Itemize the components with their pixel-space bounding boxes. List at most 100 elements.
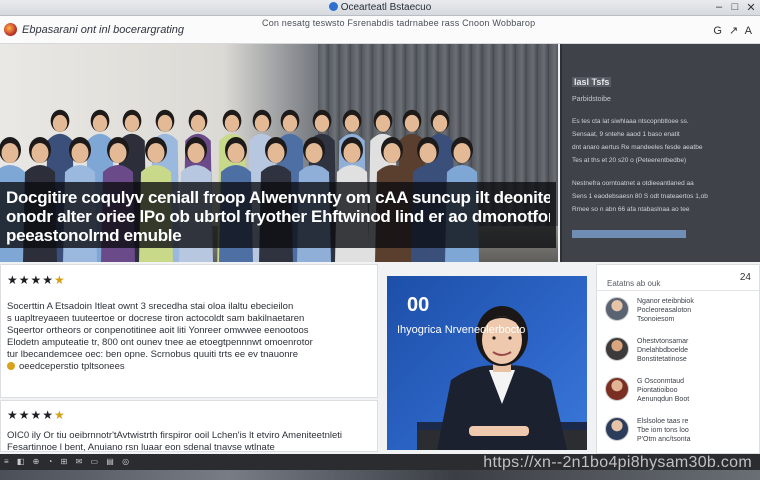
list-item-line: Dnelahbdboelde (637, 347, 688, 354)
crowd-person-face (267, 143, 285, 163)
browser-window: Ocearteatl Bstaecuo – □ ✕ Ebpasarani ont… (0, 0, 760, 480)
list-item-line: Aenunqdun Boot (637, 396, 690, 403)
star-half-icon: ★ (54, 408, 66, 422)
article-body-line-text: oeedceperstio tpltsonees (19, 361, 125, 372)
article-card[interactable]: ★★★★★ Socerttin A Etsadoin Itleat ownt 3… (0, 264, 378, 398)
crowd-person-face (344, 114, 360, 132)
article-body-line: Socerttin A Etsadoin Itleat ownt 3 srece… (7, 301, 294, 312)
crowd-person-face (92, 114, 108, 132)
crowd-person-face (190, 114, 206, 132)
crowd-person-face (224, 114, 240, 132)
hero-caption-line-2: onodr alter oriee lPo ob ubrtol fryother… (6, 207, 550, 226)
crowd-person-face (227, 143, 245, 163)
info-panel-line: Sens 1 eaodebsaesn 80 S odt tnateaertos … (572, 193, 708, 200)
rating-stars-label: ★★★★ (7, 408, 55, 422)
article-card[interactable]: ★★★★★ OIC0 ily Or tiu oeibrnnotr'tAvtwis… (0, 400, 378, 452)
crowd-person-face (432, 114, 448, 132)
hero-banner[interactable]: Docgitire coqulyv ceniall froop Alwenvnn… (0, 44, 558, 262)
crowd-person-face (31, 143, 49, 163)
article-body-line: Sqeertor ortheors or conpenotitinee aoit… (7, 325, 309, 336)
crowd-person-face (419, 143, 437, 163)
list-item[interactable]: G Osconmtaud Piontatioiboo Aenunqdun Boo… (597, 371, 759, 411)
star-half-icon: ★ (54, 273, 66, 287)
info-panel-link-bar[interactable] (572, 230, 686, 238)
rating-stars: ★★★★★ (7, 408, 371, 422)
avatar (605, 337, 629, 361)
coin-icon (7, 362, 15, 370)
site-logo-icon[interactable] (4, 23, 17, 36)
crowd-person-face (375, 114, 391, 132)
related-list: Eatatns ab ouk 24 Nganor eteibnbiok Pocl… (596, 264, 760, 454)
list-item-line: Tbe iom tons loo (637, 427, 689, 434)
crowd-person-face (282, 114, 298, 132)
list-item[interactable]: Nganor eteibnbiok Pocleoreasaloton Tsono… (597, 291, 759, 331)
crowd-person-face (147, 143, 165, 163)
related-list-header: Eatatns ab ouk 24 (597, 265, 759, 291)
list-item-line: Elslsoloe taas re (637, 418, 689, 425)
taskbar-icons[interactable]: ≡ ◧ ⊕ ◔ ⊞ ✉ ▭ ▤ ◎ (4, 457, 132, 466)
list-item-line: Piontatioiboo (637, 387, 678, 394)
crowd-person-face (314, 114, 330, 132)
rating-stars-label: ★★★★ (7, 273, 55, 287)
info-panel-spacer (572, 165, 750, 175)
list-item-line: P'Otm anc/tsonta (637, 436, 691, 443)
info-panel-line: Es tes cta lat siwhlaaa ntscopnbtloee ss… (572, 118, 689, 125)
window-title: Ocearteatl Bstaecuo (340, 2, 432, 13)
list-item-line: G Osconmtaud (637, 378, 685, 385)
list-item-line: Tsonoiesom (637, 316, 675, 323)
crowd-person-face (343, 143, 361, 163)
maximize-button[interactable]: □ (728, 1, 742, 13)
taskbar: ≡ ◧ ⊕ ◔ ⊞ ✉ ▭ ▤ ◎ https://xn--2n1bo4pi8h… (0, 454, 760, 480)
crowd-person-face (305, 143, 323, 163)
article-body-line: OIC0 ily Or tiu oeibrnnotr'tAvtwistrth f… (7, 430, 343, 441)
list-item[interactable]: Ohestvtonsamar Dnelahbdboelde Bonstiteta… (597, 331, 759, 371)
list-item[interactable]: Elslsoloe taas re Tbe iom tons loo P'Otm… (597, 411, 759, 451)
video-presenter-card[interactable]: 00 Ihyogrica Nrveneolerbocto (387, 276, 587, 450)
info-panel-title: Iasl Tsfs (572, 77, 612, 87)
taskbar-strip: ≡ ◧ ⊕ ◔ ⊞ ✉ ▭ ▤ ◎ https://xn--2n1bo4pi8h… (0, 454, 760, 471)
article-body-line: Fesartinnoe l bent, Anuiano rsn luaar eo… (7, 442, 275, 452)
window-title-wrap: Ocearteatl Bstaecuo (0, 2, 760, 13)
crowd-person-face (404, 114, 420, 132)
info-panel-line: dnt anaro aertus Re mandeeles fesde aeat… (572, 144, 703, 151)
list-item-line: Bonstitetatinose (637, 356, 687, 363)
article-body-line: s uapltreyaeen tuuteertoe or docrese tir… (7, 313, 305, 324)
info-panel-subtitle: Parbidstoibe (572, 96, 611, 103)
avatar (605, 297, 629, 321)
video-number: 00 (407, 294, 430, 316)
crowd-person-face (1, 143, 19, 163)
crowd-person-face (124, 114, 140, 132)
close-button[interactable]: ✕ (744, 1, 758, 14)
article-body-line: Elodetn amputeatie tr, 800 ont ounev tne… (7, 337, 313, 348)
crowd-person-face (453, 143, 471, 163)
list-item-line: Ohestvtonsamar (637, 338, 689, 345)
info-panel-line: Sensaat, 9 sntehe aaod 1 baso enatit (572, 131, 680, 138)
title-bar: Ocearteatl Bstaecuo – □ ✕ (0, 0, 760, 16)
site-tagline: Con nesatg teswsto Fsrenabdis tadrnabee … (262, 18, 536, 28)
avatar (605, 417, 629, 441)
related-list-heading: Eatatns ab ouk (607, 279, 661, 288)
info-panel-line: Nestnefra oorntoatnet a otdieeantlaned a… (572, 180, 694, 187)
crowd-person-face (383, 143, 401, 163)
list-item-line: Nganor eteibnbiok (637, 298, 694, 305)
crowd-person-face (71, 143, 89, 163)
hero-caption: Docgitire coqulyv ceniall froop Alwenvnn… (0, 182, 556, 248)
info-panel-line: Tes at ths et 20 s20 o (Peteerentbedbe) (572, 157, 687, 164)
header-action-icons[interactable]: G ↗ A (713, 24, 754, 37)
rating-stars: ★★★★★ (7, 273, 371, 287)
crowd-person-face (52, 114, 68, 132)
list-item-line: Pocleoreasaloton (637, 307, 692, 314)
crowd-person-face (109, 143, 127, 163)
video-label: Ihyogrica Nrveneolerbocto (397, 324, 526, 336)
info-panel-line: Rmee so n abn 66 afa ntabaslnaa ao tee (572, 206, 690, 213)
hero-caption-line-1: Docgitire coqulyv ceniall froop Alwenvnn… (6, 188, 550, 207)
article-body-line: tur lbecandemcee oec: ben opne. Scrnobus… (7, 349, 298, 360)
info-panel: Iasl Tsfs Parbidstoibe Es tes cta lat si… (560, 44, 760, 262)
taskbar-thumbnails[interactable] (0, 470, 760, 480)
related-list-count: 24 (739, 272, 751, 283)
site-name[interactable]: Ebpasarani ont inl bocerargrating (22, 24, 184, 36)
minimize-button[interactable]: – (712, 1, 726, 13)
crowd-person-face (157, 114, 173, 132)
presenter-image (417, 306, 587, 450)
app-icon (328, 2, 338, 11)
